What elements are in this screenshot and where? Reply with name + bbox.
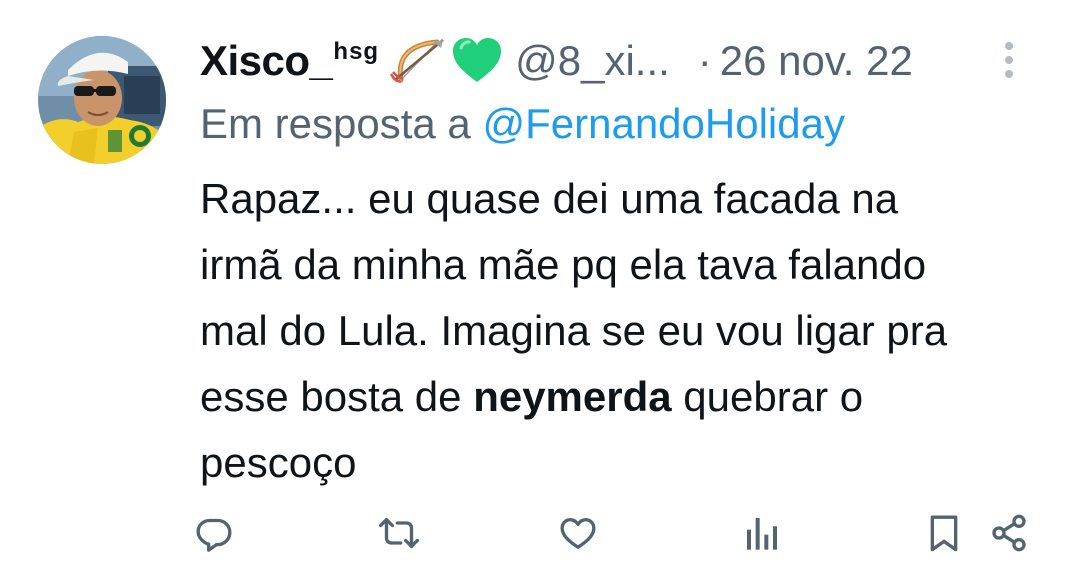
bookmark-icon (930, 515, 958, 552)
text-segment: quebrar o (671, 373, 864, 420)
reply-context: Em resposta a @FernandoHoliday (200, 100, 845, 148)
bow-and-arrow-emoji (390, 39, 444, 84)
header-separator: · (697, 37, 712, 84)
display-name[interactable]: Xisco_hsg (200, 37, 379, 85)
avatar-image (38, 36, 166, 164)
retweet-icon (379, 518, 419, 548)
like-button[interactable] (550, 505, 606, 561)
share-button[interactable] (981, 505, 1037, 561)
bookmark-button[interactable] (916, 505, 972, 561)
reply-icon (196, 518, 232, 552)
tweet-text-line: mal do Lula. Imagina se eu vou ligar pra (200, 307, 948, 354)
tweet-text-line: pescoço (200, 439, 357, 486)
bold-text-segment: neymerda (473, 373, 672, 420)
tweet-card[interactable]: Xisco_hsg @8_xi... · 26 nov. 22 Em respo… (0, 0, 1067, 572)
tweet-date[interactable]: 26 nov. 22 (720, 37, 913, 85)
tweet-text: Rapaz... eu quase dei uma facada na irmã… (200, 166, 1050, 496)
tweet-text-line: irmã da minha mãe pq ela tava falando (200, 241, 927, 288)
user-handle[interactable]: @8_xi... (515, 37, 670, 85)
like-icon (560, 518, 596, 549)
name-emojis (387, 36, 503, 86)
share-icon (992, 514, 1026, 552)
tweet-text-line: Rapaz... eu quase dei uma facada na (200, 175, 899, 222)
more-options-button[interactable] (991, 36, 1027, 84)
tweet-header: Xisco_hsg @8_xi... · 26 nov. 22 (200, 28, 1027, 94)
retweet-button[interactable] (371, 505, 427, 561)
green-heart-emoji (453, 38, 502, 82)
tweet-text-line: esse bosta de neymerda quebrar o (200, 364, 1050, 430)
views-icon (747, 518, 777, 550)
display-name-superscript: hsg (333, 38, 380, 65)
reply-button[interactable] (186, 505, 242, 561)
reply-prefix: Em resposta a (200, 100, 471, 147)
reply-mention-link[interactable]: @FernandoHoliday (482, 100, 845, 147)
more-vertical-icon (1005, 42, 1013, 78)
text-segment: esse bosta de (200, 373, 474, 420)
avatar[interactable] (38, 36, 166, 164)
views-button[interactable] (734, 505, 790, 561)
tweet-actions (0, 505, 1067, 565)
